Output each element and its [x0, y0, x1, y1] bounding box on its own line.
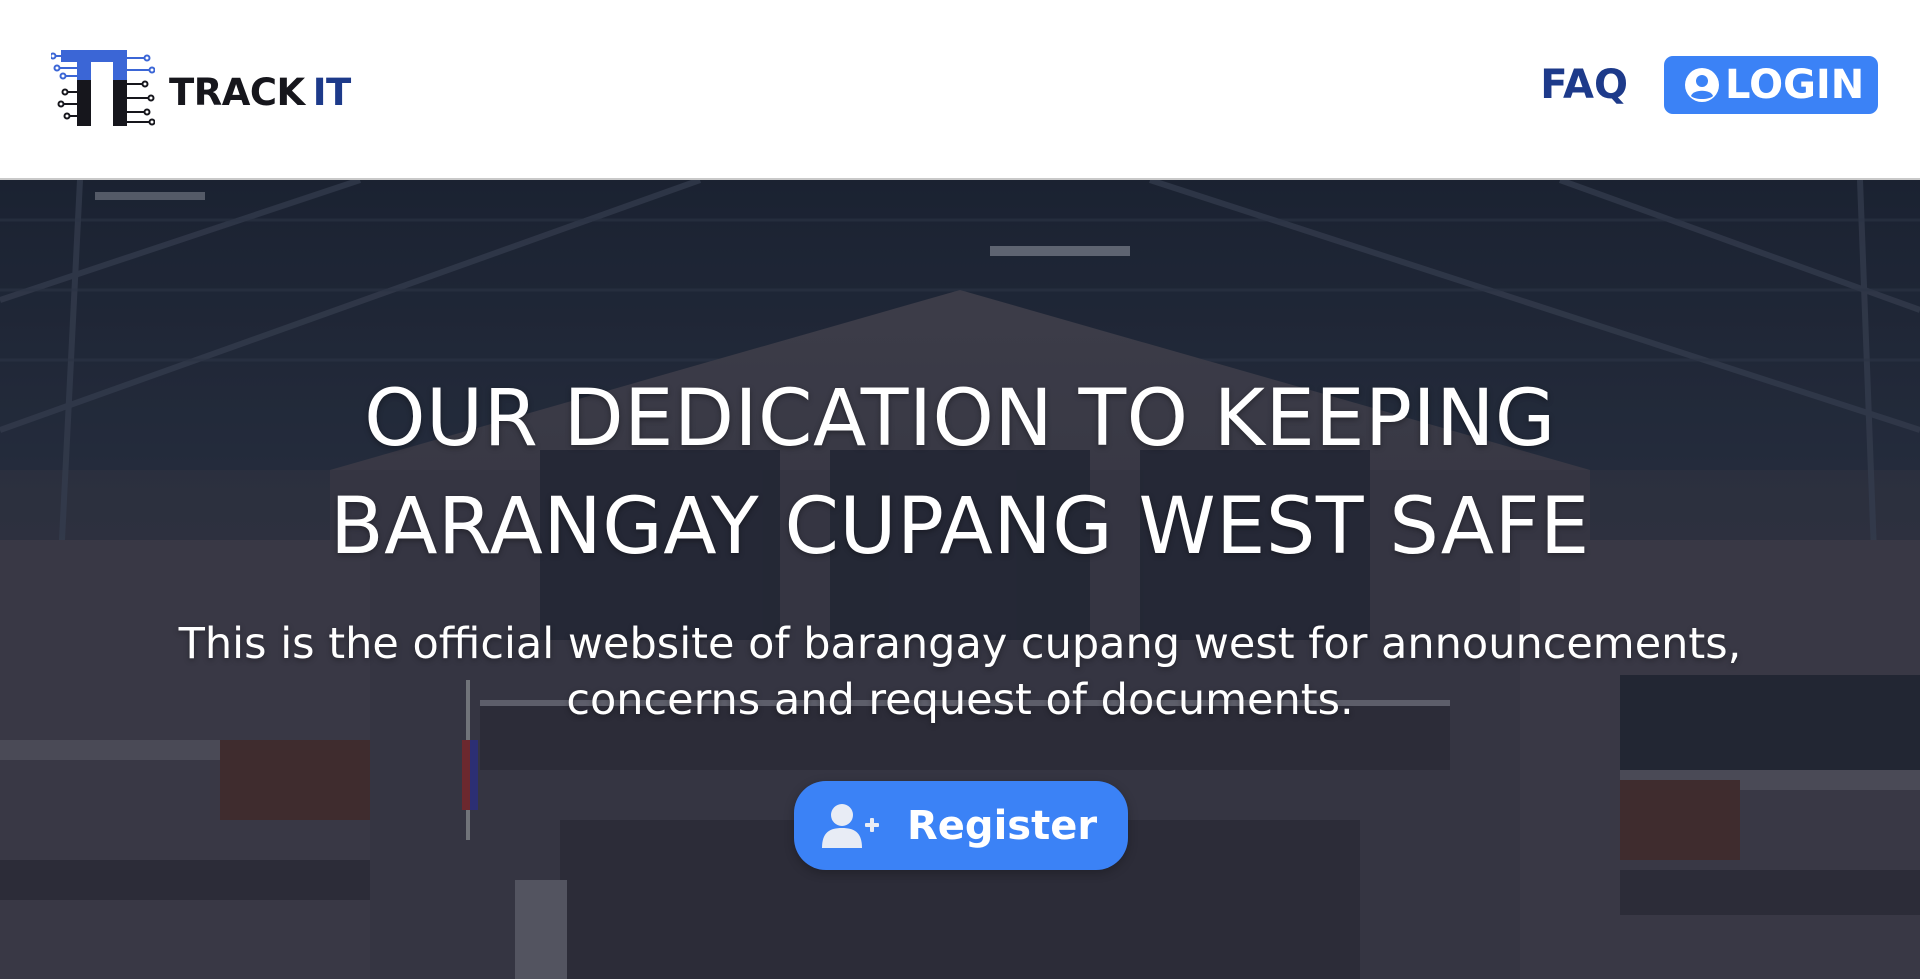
nav-menu: FAQ LOGIN	[1540, 56, 1878, 114]
faq-link[interactable]: FAQ	[1540, 62, 1628, 108]
hero-subtitle: This is the official website of barangay…	[178, 619, 1742, 725]
brand-name: TRACK IT	[169, 71, 351, 114]
register-button[interactable]: Register	[794, 781, 1128, 870]
brand-name-it: IT	[312, 70, 352, 114]
brand[interactable]: TRACK IT	[51, 48, 351, 128]
user-plus-icon	[822, 803, 879, 848]
brand-name-track: TRACK	[169, 70, 305, 114]
login-label: LOGIN	[1725, 62, 1865, 108]
user-circle-icon	[1685, 68, 1719, 102]
login-button[interactable]: LOGIN	[1664, 56, 1878, 114]
hero-section: OUR DEDICATION TO KEEPING BARANGAY CUPAN…	[0, 180, 1920, 979]
register-label: Register	[907, 802, 1098, 849]
hero-title: OUR DEDICATION TO KEEPING BARANGAY CUPAN…	[330, 374, 1590, 572]
top-navbar: TRACK IT FAQ LOGIN	[0, 0, 1920, 180]
circuit-ti-logo-icon	[51, 50, 155, 126]
